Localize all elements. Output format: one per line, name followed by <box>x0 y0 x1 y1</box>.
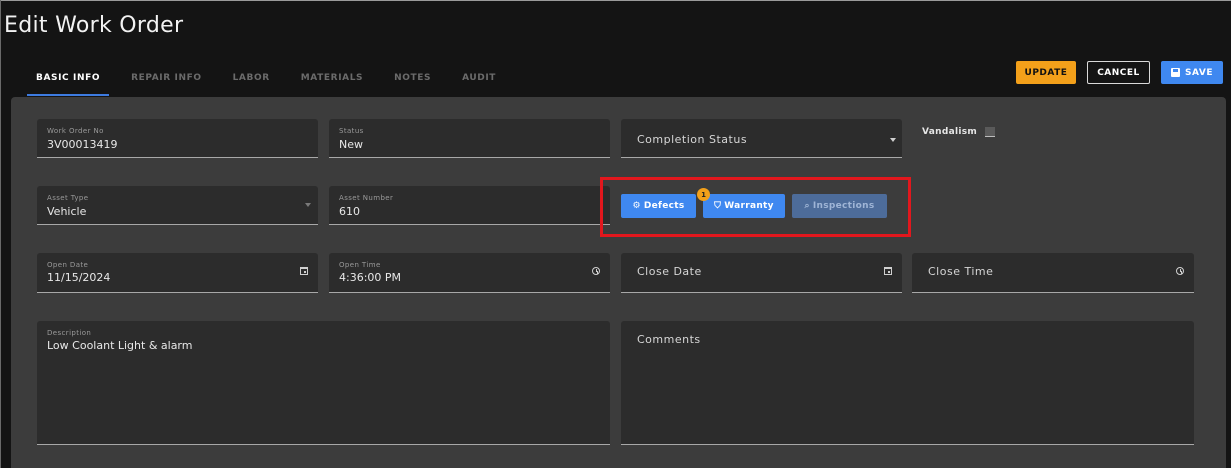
save-icon <box>1171 68 1181 77</box>
left-border <box>0 0 1 468</box>
update-button[interactable]: UPDATE <box>1016 61 1076 84</box>
status-value: New <box>339 138 363 151</box>
defects-button[interactable]: ⚙ Defects <box>621 194 696 218</box>
vandalism-label: Vandalism <box>922 127 978 137</box>
close-time-placeholder: Close Time <box>928 265 994 278</box>
asset-number-value: 610 <box>339 205 360 218</box>
tab-audit[interactable]: AUDIT <box>453 70 505 96</box>
status-field[interactable]: Status New <box>329 119 610 158</box>
open-time-value: 4:36:00 PM <box>339 271 402 284</box>
status-label: Status <box>339 127 364 135</box>
close-date-placeholder: Close Date <box>637 265 702 278</box>
description-label: Description <box>47 329 92 337</box>
work-order-no-value: 3V00013419 <box>47 138 118 151</box>
warranty-button-label: Warranty <box>724 201 774 211</box>
tab-labor[interactable]: LABOR <box>224 70 279 96</box>
description-value: Low Coolant Light & alarm <box>47 339 193 352</box>
page-title: Edit Work Order <box>4 13 184 38</box>
gear-icon: ⚙ <box>632 201 641 211</box>
inspections-button-label: Inspections <box>812 201 875 211</box>
open-time-field[interactable]: Open Time 4:36:00 PM <box>329 253 610 293</box>
save-button[interactable]: SAVE <box>1161 61 1223 84</box>
chevron-down-icon <box>890 138 896 142</box>
tab-repair-info[interactable]: REPAIR INFO <box>122 70 211 96</box>
save-button-label: SAVE <box>1185 67 1213 78</box>
open-date-label: Open Date <box>47 261 89 269</box>
comments-textarea[interactable]: Comments <box>621 321 1194 445</box>
completion-status-select[interactable]: Completion Status <box>621 119 902 158</box>
close-time-field[interactable]: Close Time <box>912 253 1194 293</box>
chevron-down-icon <box>305 203 311 207</box>
asset-type-select[interactable]: Asset Type Vehicle <box>37 186 318 225</box>
description-textarea[interactable]: Description Low Coolant Light & alarm <box>37 321 610 445</box>
defects-button-label: Defects <box>643 201 685 211</box>
open-date-field[interactable]: Open Date 11/15/2024 <box>37 253 318 293</box>
cancel-button-label: CANCEL <box>1097 67 1140 78</box>
clock-icon[interactable] <box>1176 267 1184 275</box>
warranty-count-badge: 1 <box>697 188 710 201</box>
search-icon: ⌕ <box>804 201 810 211</box>
open-time-label: Open Time <box>339 261 381 269</box>
update-button-label: UPDATE <box>1024 67 1068 78</box>
warranty-button[interactable]: ⛉ Warranty <box>703 194 785 218</box>
tab-materials[interactable]: MATERIALS <box>292 70 372 96</box>
close-date-field[interactable]: Close Date <box>621 253 902 293</box>
clock-icon[interactable] <box>592 267 600 275</box>
asset-number-label: Asset Number <box>339 194 394 202</box>
completion-status-placeholder: Completion Status <box>637 133 748 146</box>
calendar-icon[interactable] <box>884 267 892 275</box>
asset-number-field[interactable]: Asset Number 610 <box>329 186 610 225</box>
open-date-value: 11/15/2024 <box>47 271 111 284</box>
work-order-no-label: Work Order No <box>47 127 104 135</box>
tab-basic-info[interactable]: BASIC INFO <box>27 70 110 96</box>
cancel-button[interactable]: CANCEL <box>1087 61 1150 84</box>
vandalism-checkbox[interactable] <box>985 127 995 137</box>
asset-type-value: Vehicle <box>47 205 87 218</box>
tab-bar: BASIC INFO REPAIR INFO LABOR MATERIALS N… <box>27 70 518 96</box>
inspections-button[interactable]: ⌕ Inspections <box>792 194 887 218</box>
comments-placeholder: Comments <box>637 333 701 346</box>
shield-icon: ⛉ <box>714 201 722 211</box>
tab-notes[interactable]: NOTES <box>385 70 440 96</box>
asset-type-label: Asset Type <box>47 194 89 202</box>
top-border <box>0 0 1231 1</box>
work-order-no-field[interactable]: Work Order No 3V00013419 <box>37 119 318 158</box>
calendar-icon[interactable] <box>300 267 308 275</box>
